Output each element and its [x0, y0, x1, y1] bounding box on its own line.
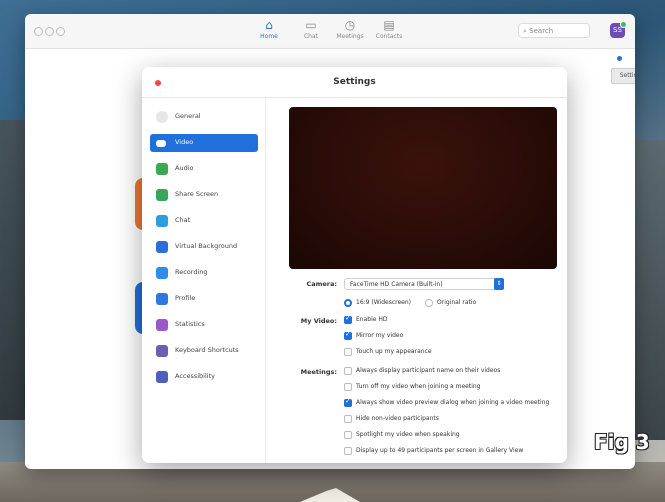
sidebar-item-label: Profile: [175, 294, 196, 302]
tab-meetings[interactable]: ◷ Meetings: [330, 17, 370, 40]
spotlight-label: Spotlight my video when speaking: [356, 431, 460, 438]
aspect-16-9-label: 16:9 (Widescreen): [356, 299, 411, 306]
sidebar-item-label: Statistics: [175, 320, 205, 328]
settings-gear-icon[interactable]: [617, 56, 622, 61]
sidebar-item-label: Video: [175, 138, 194, 146]
settings-sidebar: General Video Audio Share Screen Chat Vi…: [142, 98, 266, 463]
sidebar-item-keyboard-shortcuts[interactable]: Keyboard Shortcuts: [150, 342, 258, 360]
checkbox-unchecked: [344, 431, 352, 439]
mirror-video-label: Mirror my video: [356, 332, 404, 339]
keyboard-icon: [156, 345, 168, 357]
sidebar-item-label: Virtual Background: [175, 242, 238, 250]
camera-select-value: FaceTime HD Camera (Built-in): [350, 281, 443, 288]
sidebar-item-label: Recording: [175, 268, 208, 276]
window-minimize-button[interactable]: [45, 27, 54, 36]
checkbox-unchecked: [344, 383, 352, 391]
display-names-label: Always display participant name on their…: [356, 367, 501, 374]
tab-contacts-label: Contacts: [375, 33, 403, 40]
checkbox-unchecked: [344, 348, 352, 356]
radio-unselected: [425, 299, 433, 307]
top-bar: ⌂ Home ▭ Chat ◷ Meetings ▤ Contacts ⌕ Se…: [25, 14, 635, 49]
sidebar-item-chat[interactable]: Chat: [150, 212, 258, 230]
my-video-label: My Video:: [300, 317, 337, 325]
checkbox-unchecked: [344, 447, 352, 455]
clock-icon: ◷: [344, 18, 356, 32]
chevron-updown-icon: ⇕: [494, 278, 504, 290]
tab-home[interactable]: ⌂ Home: [249, 17, 289, 40]
home-icon: ⌂: [265, 18, 273, 32]
sidebar-item-share-screen[interactable]: Share Screen: [150, 186, 258, 204]
sidebar-item-audio[interactable]: Audio: [150, 160, 258, 178]
sidebar-item-label: Audio: [175, 164, 194, 172]
tab-chat-label: Chat: [303, 33, 319, 40]
sidebar-item-label: Share Screen: [175, 190, 219, 198]
radio-selected: [344, 299, 352, 307]
share-screen-icon: [156, 189, 168, 201]
checkbox-unchecked: [344, 415, 352, 423]
chat-icon: ▭: [305, 18, 317, 32]
background-icon: [156, 241, 168, 253]
tab-meetings-label: Meetings: [336, 33, 364, 40]
sidebar-item-label: Chat: [175, 216, 191, 224]
window-zoom-button[interactable]: [56, 27, 65, 36]
settings-tooltip: Settings: [611, 68, 635, 84]
sidebar-item-label: Accessibility: [175, 372, 215, 380]
gear-icon: [156, 111, 168, 123]
video-preview: [289, 107, 557, 269]
touch-up-label: Touch up my appearance: [356, 348, 432, 355]
video-preview-label: Always show video preview dialog when jo…: [356, 399, 550, 406]
camera-label: Camera:: [306, 280, 337, 288]
sidebar-item-video[interactable]: Video: [150, 134, 258, 152]
sidebar-item-virtual-background[interactable]: Virtual Background: [150, 238, 258, 256]
search-input[interactable]: ⌕ Search: [518, 23, 590, 38]
checkbox-checked: [344, 330, 352, 340]
sidebar-item-profile[interactable]: Profile: [150, 290, 258, 308]
sidebar-item-label: Keyboard Shortcuts: [175, 346, 239, 354]
window-close-button[interactable]: [34, 27, 43, 36]
chat-bubble-icon: [156, 215, 168, 227]
avatar[interactable]: SS: [610, 21, 627, 38]
sidebar-item-general[interactable]: General: [150, 108, 258, 126]
status-online-dot: [620, 21, 627, 28]
contacts-icon: ▤: [383, 18, 395, 32]
headphones-icon: [156, 163, 168, 175]
checkbox-unchecked: [344, 367, 352, 375]
video-camera-icon: [156, 140, 166, 147]
settings-title: Settings: [333, 77, 376, 87]
checkbox-checked: [344, 314, 352, 324]
accessibility-icon: [156, 371, 168, 383]
tab-chat[interactable]: ▭ Chat: [291, 17, 331, 40]
record-icon: [156, 267, 168, 279]
sidebar-item-recording[interactable]: Recording: [150, 264, 258, 282]
meetings-label: Meetings:: [300, 368, 337, 376]
statistics-icon: [156, 319, 168, 331]
sidebar-item-accessibility[interactable]: Accessibility: [150, 368, 258, 386]
settings-dialog: Settings General Video Audio Share Scree…: [142, 67, 567, 463]
search-placeholder: Search: [529, 27, 554, 35]
sidebar-item-label: General: [175, 112, 201, 120]
hide-non-video-label: Hide non-video participants: [356, 415, 439, 422]
tab-contacts[interactable]: ▤ Contacts: [369, 17, 409, 40]
sidebar-item-statistics[interactable]: Statistics: [150, 316, 258, 334]
checkbox-checked: [344, 397, 352, 407]
tab-home-label: Home: [260, 33, 278, 40]
profile-icon: [156, 293, 168, 305]
camera-select[interactable]: FaceTime HD Camera (Built-in) ⇕: [344, 278, 504, 290]
gallery-49-label: Display up to 49 participants per screen…: [356, 447, 524, 454]
settings-header: Settings: [142, 67, 567, 98]
enable-hd-label: Enable HD: [356, 316, 388, 323]
turn-off-video-label: Turn off my video when joining a meeting: [356, 383, 481, 390]
aspect-original-label: Original ratio: [437, 299, 477, 306]
search-icon: ⌕: [523, 27, 527, 35]
figure-label: Fig 3: [594, 430, 650, 454]
